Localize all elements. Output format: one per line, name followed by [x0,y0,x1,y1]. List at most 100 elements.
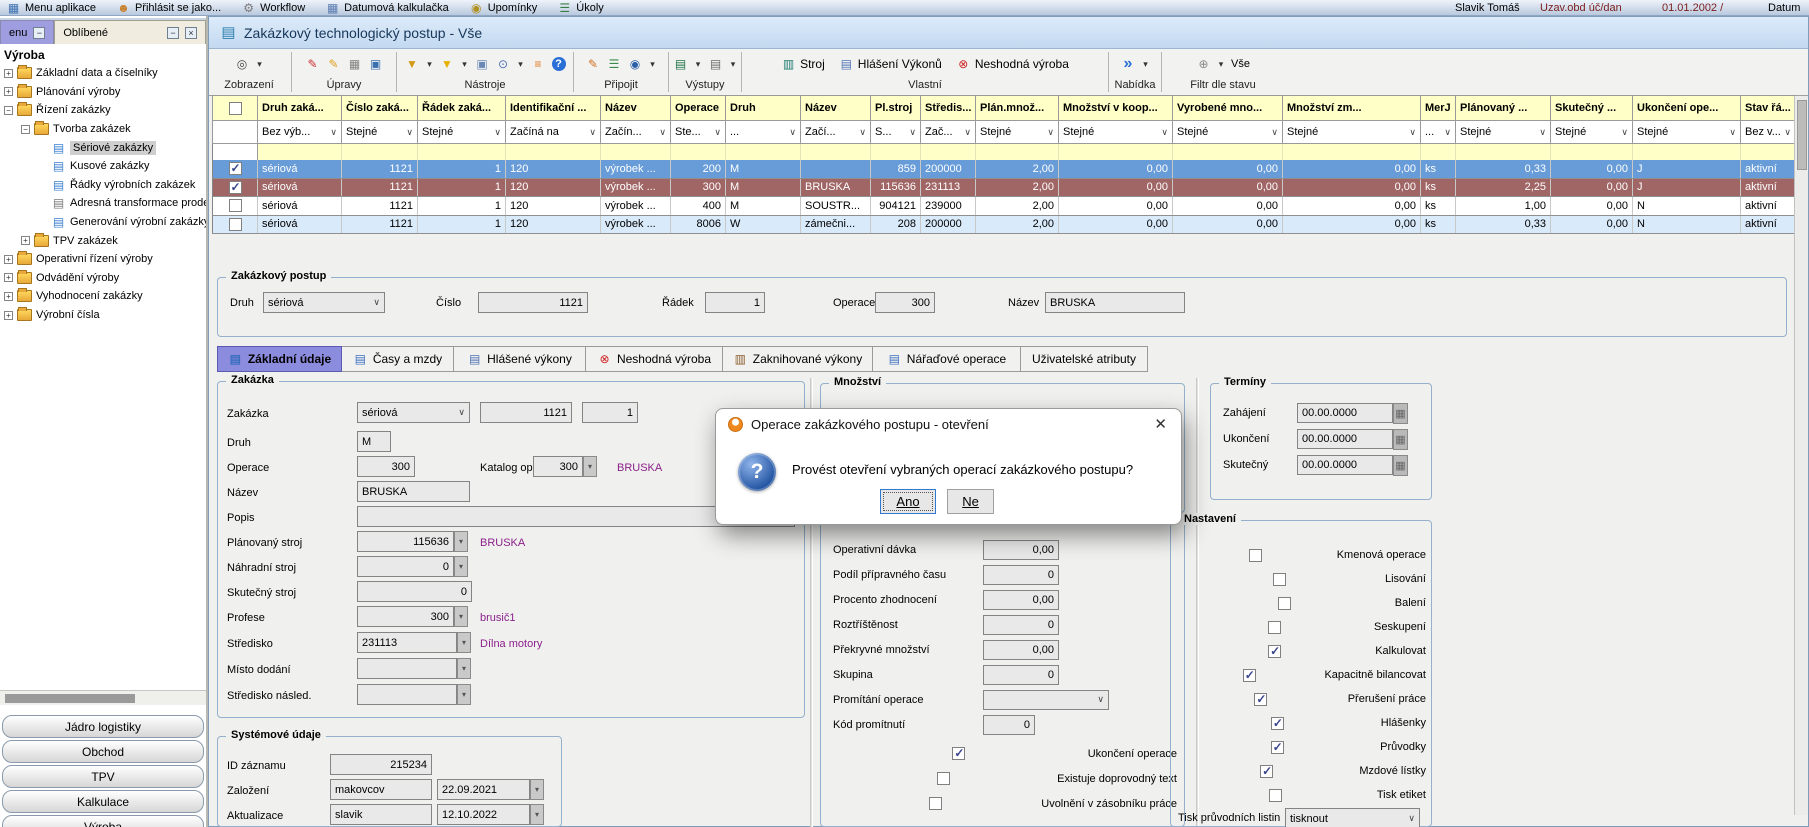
expand-icon[interactable]: + [4,87,13,96]
column-header[interactable]: Vyrobené mno... [1173,96,1283,121]
filter-dropdown-icon[interactable]: ∨ [659,127,666,138]
filter-cell[interactable]: Stejné∨ [1173,121,1283,144]
checkbox[interactable] [929,797,942,810]
calendar-icon[interactable]: ▦ [1393,455,1408,476]
column-header[interactable]: MerJ [1421,96,1456,121]
dropdown-arrow-icon[interactable]: ▾ [694,57,702,72]
filter-dropdown-icon[interactable]: ∨ [1539,127,1546,138]
menubar-item[interactable]: ◉Upomínky [469,0,538,15]
checkbox[interactable] [1268,621,1281,634]
plan-stroj-field[interactable]: 115636 [357,531,454,552]
table-cell[interactable]: 0,00 [1551,160,1633,179]
table-cell[interactable]: 0,33 [1456,160,1551,179]
checkbox-row[interactable]: Uvolnění v zásobníku práce [837,791,1177,816]
delete-record-icon[interactable]: ▦ [347,57,362,72]
column-header[interactable]: Středis... [921,96,976,121]
select-all-checkbox[interactable] [229,102,242,115]
toolbar-button[interactable]: ▥Stroj [777,57,829,72]
row-select-cell[interactable] [213,160,258,179]
lookup-spinner[interactable]: ▾ [583,456,597,477]
chevron-down-icon[interactable]: ∨ [1408,813,1415,824]
table-cell[interactable]: M [726,160,801,179]
quick-filter-cell[interactable] [418,144,506,160]
column-header[interactable]: Stav řá... [1741,96,1796,121]
dropdown-arrow-icon[interactable]: ▾ [517,57,525,72]
quick-filter-cell[interactable] [1059,144,1173,160]
scrollbar-thumb[interactable] [5,694,135,703]
module-button[interactable]: Obchod [2,740,204,763]
dropdown-arrow-icon[interactable]: ▾ [649,57,657,72]
quick-filter-cell[interactable] [1283,144,1421,160]
filter-cell[interactable]: Ste...∨ [671,121,726,144]
table-cell[interactable]: 0,33 [1456,215,1551,234]
table-cell[interactable]: 2,00 [976,215,1059,234]
table-cell[interactable]: 0,00 [1059,160,1173,179]
column-header[interactable]: Druh [726,96,801,121]
row-select-cell[interactable] [213,178,258,197]
quick-filter-cell[interactable] [976,144,1059,160]
column-header[interactable]: Druh zaká... [258,96,342,121]
history-clock-icon[interactable]: ⊙ [496,57,511,72]
filter-dropdown-icon[interactable]: ∨ [1784,127,1791,138]
quick-filter-cell[interactable] [671,144,726,160]
zalozeni-user-field[interactable]: makovcov [330,779,432,800]
field-input[interactable]: 0 [983,715,1035,735]
stredisko-nasled-field[interactable] [357,684,457,705]
table-cell[interactable]: 2,00 [976,197,1059,216]
zalozeni-date-field[interactable]: 22.09.2021 [437,779,530,800]
table-cell[interactable]: aktivní [1741,178,1796,197]
lookup-spinner[interactable]: ▾ [454,556,468,577]
profese-field[interactable]: 300 [357,606,454,627]
menubar-item[interactable]: ▦Menu aplikace [6,0,96,15]
table-cell[interactable]: 0,00 [1551,197,1633,216]
checkbox-row[interactable]: Mzdové lístky [1181,759,1426,783]
row-checkbox[interactable] [229,162,242,175]
table-cell[interactable]: M [726,178,801,197]
tree-horizontal-scrollbar[interactable] [0,690,206,705]
checkbox[interactable] [1269,789,1282,802]
table-cell[interactable]: 0,00 [1283,160,1421,179]
calendar-icon[interactable]: ▦ [1393,429,1408,450]
tree-item[interactable]: ▤Kusové zakázky [0,157,208,176]
checkbox-row[interactable]: Lisování [1181,567,1426,591]
table-row[interactable]: sériová11211120výrobek ...300MBRUSKA1156… [213,178,1796,197]
filter-dropdown-icon[interactable]: ∨ [1409,127,1416,138]
filter-edit-icon[interactable]: ▼ [405,57,420,72]
filter-dropdown-icon[interactable]: ∨ [589,127,596,138]
stredisko-field[interactable]: 231113 [357,632,457,653]
column-header[interactable]: Plánovaný ... [1456,96,1551,121]
tree-item[interactable]: ▤Řádky výrobních zakázek [0,176,208,195]
filter-dropdown-icon[interactable]: ∨ [1047,127,1054,138]
filter-cell[interactable]: Stejné∨ [342,121,418,144]
collapse-icon[interactable]: − [21,125,30,134]
checkbox-row[interactable]: Přerušení práce [1181,687,1426,711]
column-header[interactable]: Ukončení ope... [1633,96,1741,121]
table-cell[interactable]: 0,00 [1283,178,1421,197]
yes-button[interactable]: Ano [880,489,936,514]
misto-field[interactable] [357,658,457,679]
row-checkbox[interactable] [229,181,242,194]
table-cell[interactable]: 0,00 [1173,197,1283,216]
table-cell[interactable]: sériová [258,197,342,216]
column-header[interactable]: Skutečný ... [1551,96,1633,121]
field-input[interactable]: 0 [983,615,1059,635]
table-row[interactable]: sériová11211120výrobek ...400MSOUSTR...9… [213,197,1796,216]
field-input[interactable]: 0 [983,565,1059,585]
table-cell[interactable]: 120 [506,160,601,179]
table-cell[interactable]: 1 [418,197,506,216]
filter-cell[interactable]: Začí...∨ [801,121,871,144]
quick-filter-cell[interactable] [601,144,671,160]
table-cell[interactable]: sériová [258,215,342,234]
dropdown-arrow-icon[interactable]: ▾ [426,57,434,72]
date-field[interactable]: 00.00.0000 [1297,403,1393,423]
filter-cell[interactable]: Stejné∨ [1551,121,1633,144]
nazev-field[interactable]: BRUSKA [357,481,470,502]
table-cell[interactable]: 208 [871,215,921,234]
dropdown-arrow-icon[interactable]: ▾ [461,57,469,72]
filter-dropdown-icon[interactable]: ∨ [406,127,413,138]
tab-item[interactable]: ⊗Neshodná výroba [586,346,723,372]
checkbox[interactable] [1243,669,1256,682]
checkbox-row[interactable]: Kmenová operace [1181,543,1426,567]
filter-cell[interactable]: ...∨ [726,121,801,144]
print-icon[interactable]: ▤ [708,57,723,72]
